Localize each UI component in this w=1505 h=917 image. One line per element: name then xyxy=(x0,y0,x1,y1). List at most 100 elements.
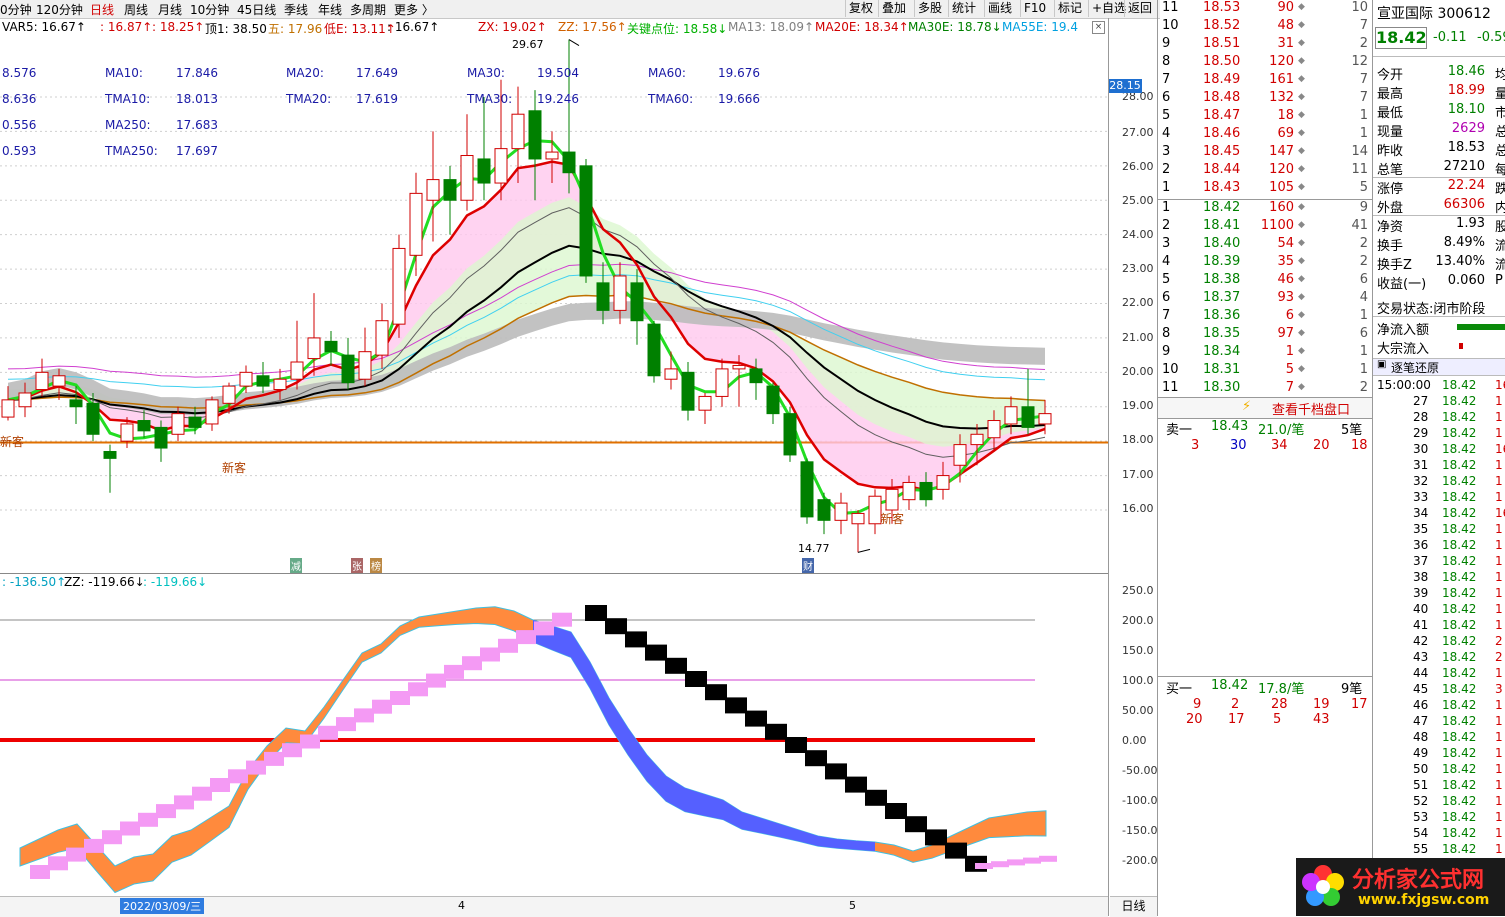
tick-time: 37 xyxy=(1413,554,1429,568)
period-daily[interactable]: 日线 xyxy=(90,1,114,18)
tick-volume: 1 xyxy=(1495,490,1503,504)
quote-extra: 股 xyxy=(1495,220,1505,235)
period-yearly[interactable]: 年线 xyxy=(318,1,342,18)
ind-ma20e: MA20E: 18.34↑ xyxy=(815,20,909,34)
osc-violet-step xyxy=(462,656,482,671)
tick-header[interactable]: ▣ 逐笔还原 xyxy=(1373,358,1505,376)
ask-level: 1 xyxy=(1162,180,1171,195)
quote-extra: 均 xyxy=(1495,68,1505,83)
candle-body xyxy=(290,361,304,380)
sub-ytick-50: 50.00 xyxy=(1122,704,1154,717)
bid-volume: 54 xyxy=(1277,236,1294,251)
period-indicator[interactable]: 日线 xyxy=(1110,896,1157,917)
candle-body xyxy=(1021,406,1035,428)
period-weekly[interactable]: 周线 xyxy=(124,1,148,18)
ask-diamond-icon: ◆ xyxy=(1298,56,1305,66)
f10-button[interactable]: F10 xyxy=(1020,0,1049,17)
view-depth-link[interactable]: 查看千档盘口 xyxy=(1272,399,1350,418)
ask-level: 9 xyxy=(1162,36,1171,51)
block-inflow-bar xyxy=(1459,343,1463,349)
candle-body xyxy=(834,502,848,521)
ask-diamond-icon: ◆ xyxy=(1298,92,1305,102)
ind-lowe: 低E: 13.11↑ xyxy=(324,22,396,36)
candle-body xyxy=(698,395,712,411)
add-watchlist-button[interactable]: +自选 xyxy=(1088,0,1129,17)
candle-body xyxy=(324,340,338,353)
osc-violet-step xyxy=(228,769,248,784)
multi-stock-button[interactable]: 多股 xyxy=(914,0,945,17)
tick-volume: 1 xyxy=(1495,586,1503,600)
period-more[interactable]: 更多 〉 xyxy=(394,1,434,18)
period-120min[interactable]: 120分钟 xyxy=(36,1,83,18)
tick-price: 18.42 xyxy=(1442,794,1477,808)
tick-time: 54 xyxy=(1413,826,1429,840)
low-arrow xyxy=(857,548,871,553)
mark-button[interactable]: 标记 xyxy=(1054,0,1085,17)
ind-ma13: MA13: 18.09↑ xyxy=(728,20,815,34)
marker-finance[interactable]: 财 xyxy=(802,558,814,573)
oscillator-areas xyxy=(19,605,1057,894)
stock-code: 300612 xyxy=(1437,6,1491,22)
tick-price: 18.42 xyxy=(1442,474,1477,488)
tick-time: 48 xyxy=(1413,730,1429,744)
ma-v3-r1: 19.246 xyxy=(537,92,579,106)
trade-status: 交易状态:闭市阶段 xyxy=(1377,298,1485,317)
sub-ytick-150: 150.0 xyxy=(1122,644,1154,657)
bid-count: 6 xyxy=(1359,272,1368,287)
quote-extra: 市 xyxy=(1495,106,1505,121)
candle-body xyxy=(1004,406,1018,425)
sub-ytick-0: 0.00 xyxy=(1122,734,1147,747)
buy-queue-item: 17 xyxy=(1351,697,1368,712)
sell-queue-item: 34 xyxy=(1271,438,1288,453)
sell-queue-item: 18 xyxy=(1351,438,1368,453)
marker-list[interactable]: 榜 xyxy=(370,558,382,573)
overlay-button[interactable]: 叠加 xyxy=(878,0,909,17)
high-arrow xyxy=(568,39,580,46)
buy-queue-item: 9 xyxy=(1193,697,1202,712)
tick-price: 18.42 xyxy=(1442,586,1477,600)
bid-volume: 93 xyxy=(1277,290,1294,305)
period-quarterly[interactable]: 季线 xyxy=(284,1,308,18)
osc-violet-step xyxy=(30,865,50,879)
bid-count: 1 xyxy=(1359,362,1368,377)
period-10min[interactable]: 10分钟 xyxy=(190,1,229,18)
marker-zhang[interactable]: 张 xyxy=(351,558,363,573)
bid-count: 6 xyxy=(1359,326,1368,341)
period-monthly[interactable]: 月线 xyxy=(158,1,182,18)
period-0min[interactable]: 0分钟 xyxy=(0,1,32,18)
ytick-22: 22.00 xyxy=(1122,296,1154,309)
bid-volume: 160 xyxy=(1269,200,1294,215)
close-indicator-icon[interactable]: × xyxy=(1092,21,1105,34)
osc-violet-step xyxy=(480,647,500,662)
osc-violet-step xyxy=(210,778,230,792)
ask-level: 6 xyxy=(1162,90,1171,105)
period-multi[interactable]: 多周期 xyxy=(350,1,386,18)
stats-button[interactable]: 统计 xyxy=(948,0,979,17)
draw-line-button[interactable]: 画线 xyxy=(984,0,1015,17)
candle-body xyxy=(1038,413,1052,425)
osc-black-step xyxy=(605,618,627,635)
ask-volume: 120 xyxy=(1269,54,1294,69)
ask-diamond-icon: ◆ xyxy=(1298,20,1305,30)
indicator-legend: VAR5: 16.67↑ : 16.87↑ : 18.25↑ 顶1: 38.50… xyxy=(0,20,1105,36)
marker-reduce[interactable]: 减 xyxy=(290,558,302,573)
quote-extra: 内 xyxy=(1495,201,1505,216)
osc-black-step xyxy=(785,737,807,753)
ask-count: 7 xyxy=(1359,90,1368,105)
bid-count: 1 xyxy=(1359,344,1368,359)
date-axis: 2022/03/09/三 4 5 xyxy=(0,896,1108,917)
restore-rights-button[interactable]: 复权 xyxy=(845,0,876,17)
bid-level: 10 xyxy=(1162,362,1179,377)
osc-violet-step xyxy=(264,751,284,766)
candle-body xyxy=(392,247,406,325)
osc-black-step xyxy=(905,816,927,833)
quote-value: 18.99 xyxy=(1447,83,1485,98)
period-45day[interactable]: 45日线 xyxy=(237,1,276,18)
quote-value: 18.46 xyxy=(1447,64,1485,79)
back-button[interactable]: 返回 xyxy=(1124,0,1155,17)
ask-volume: 147 xyxy=(1269,144,1294,159)
tick-time: 35 xyxy=(1413,522,1429,536)
tick-volume: 1 xyxy=(1495,554,1503,568)
ma-v2-r0: 17.649 xyxy=(356,66,398,80)
osc-orange-area xyxy=(19,606,1047,894)
